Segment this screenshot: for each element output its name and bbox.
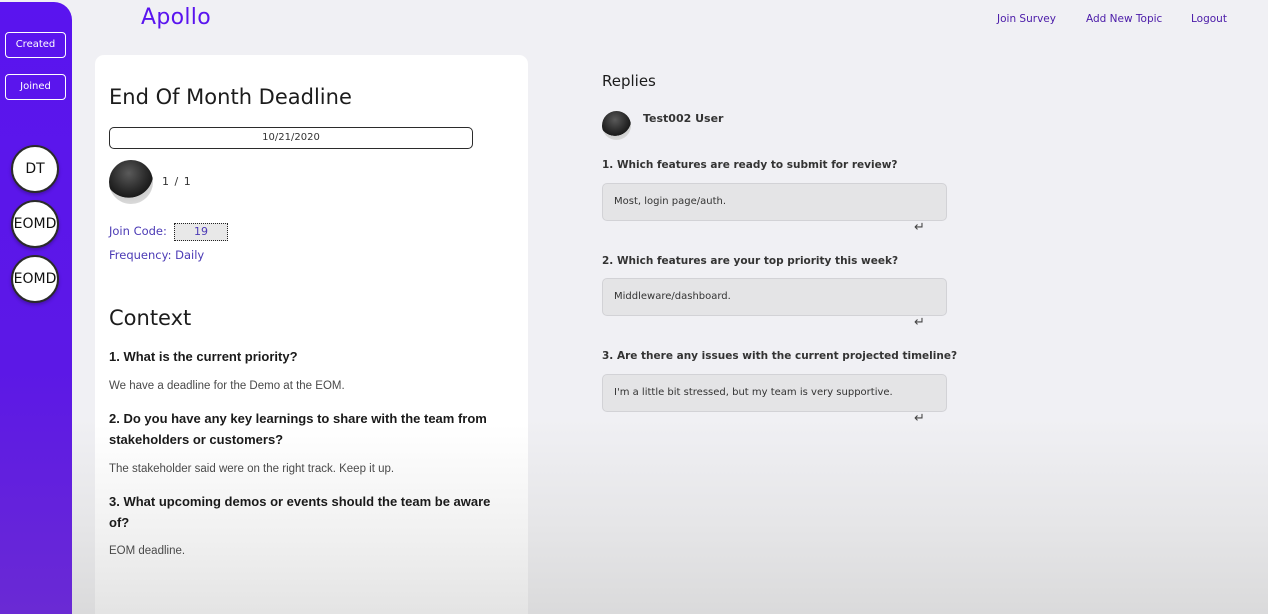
reply-question-2: 2. Which features are your top priority …: [602, 255, 899, 267]
context-title: Context: [109, 306, 192, 330]
context-question-3: 3. What upcoming demos or events should …: [109, 494, 491, 530]
participant-count: 1 / 1: [162, 175, 192, 188]
join-survey-link[interactable]: Join Survey: [997, 13, 1056, 25]
topic-circle-eomd-2[interactable]: EOMD: [11, 255, 59, 303]
topic-date: 10/21/2020: [109, 127, 473, 149]
topic-circle-dt[interactable]: DT: [11, 145, 59, 193]
sidebar: Created Joined DT EOMD EOMD: [0, 2, 72, 614]
reply-answer-3[interactable]: I'm a little bit stressed, but my team i…: [602, 374, 947, 412]
logout-link[interactable]: Logout: [1191, 13, 1227, 25]
context-answer-1: We have a deadline for the Demo at the E…: [109, 380, 345, 392]
reply-question-3: 3. Are there any issues with the current…: [602, 350, 958, 362]
reply-answer-2[interactable]: Middleware/dashboard.: [602, 278, 947, 316]
app-logo[interactable]: Apollo: [141, 5, 211, 30]
join-code-value[interactable]: 19: [174, 223, 228, 241]
context-answer-2: The stakeholder said were on the right t…: [109, 463, 395, 475]
enter-icon[interactable]: ↵: [914, 315, 925, 330]
topic-title: End Of Month Deadline: [109, 85, 352, 109]
enter-icon[interactable]: ↵: [914, 220, 925, 235]
topic-card: End Of Month Deadline 10/21/2020 1 / 1 J…: [95, 55, 528, 614]
created-button[interactable]: Created: [5, 32, 66, 58]
reply-question-1: 1. Which features are ready to submit fo…: [602, 159, 898, 171]
add-new-topic-link[interactable]: Add New Topic: [1086, 13, 1162, 25]
context-answer-3: EOM deadline.: [109, 545, 186, 557]
joined-button[interactable]: Joined: [5, 74, 66, 100]
enter-icon[interactable]: ↵: [914, 411, 925, 426]
reply-answer-1[interactable]: Most, login page/auth.: [602, 183, 947, 221]
topic-circle-eomd-1[interactable]: EOMD: [11, 200, 59, 248]
owner-avatar: [109, 160, 153, 204]
replies-title: Replies: [602, 72, 656, 90]
join-code-label: Join Code:: [109, 224, 167, 238]
context-question-2: 2. Do you have any key learnings to shar…: [109, 411, 487, 447]
reply-user-avatar: [602, 111, 631, 140]
frequency-label: Frequency: Daily: [109, 248, 205, 262]
context-question-1: 1. What is the current priority?: [109, 349, 298, 364]
reply-user-name: Test002 User: [643, 112, 724, 125]
